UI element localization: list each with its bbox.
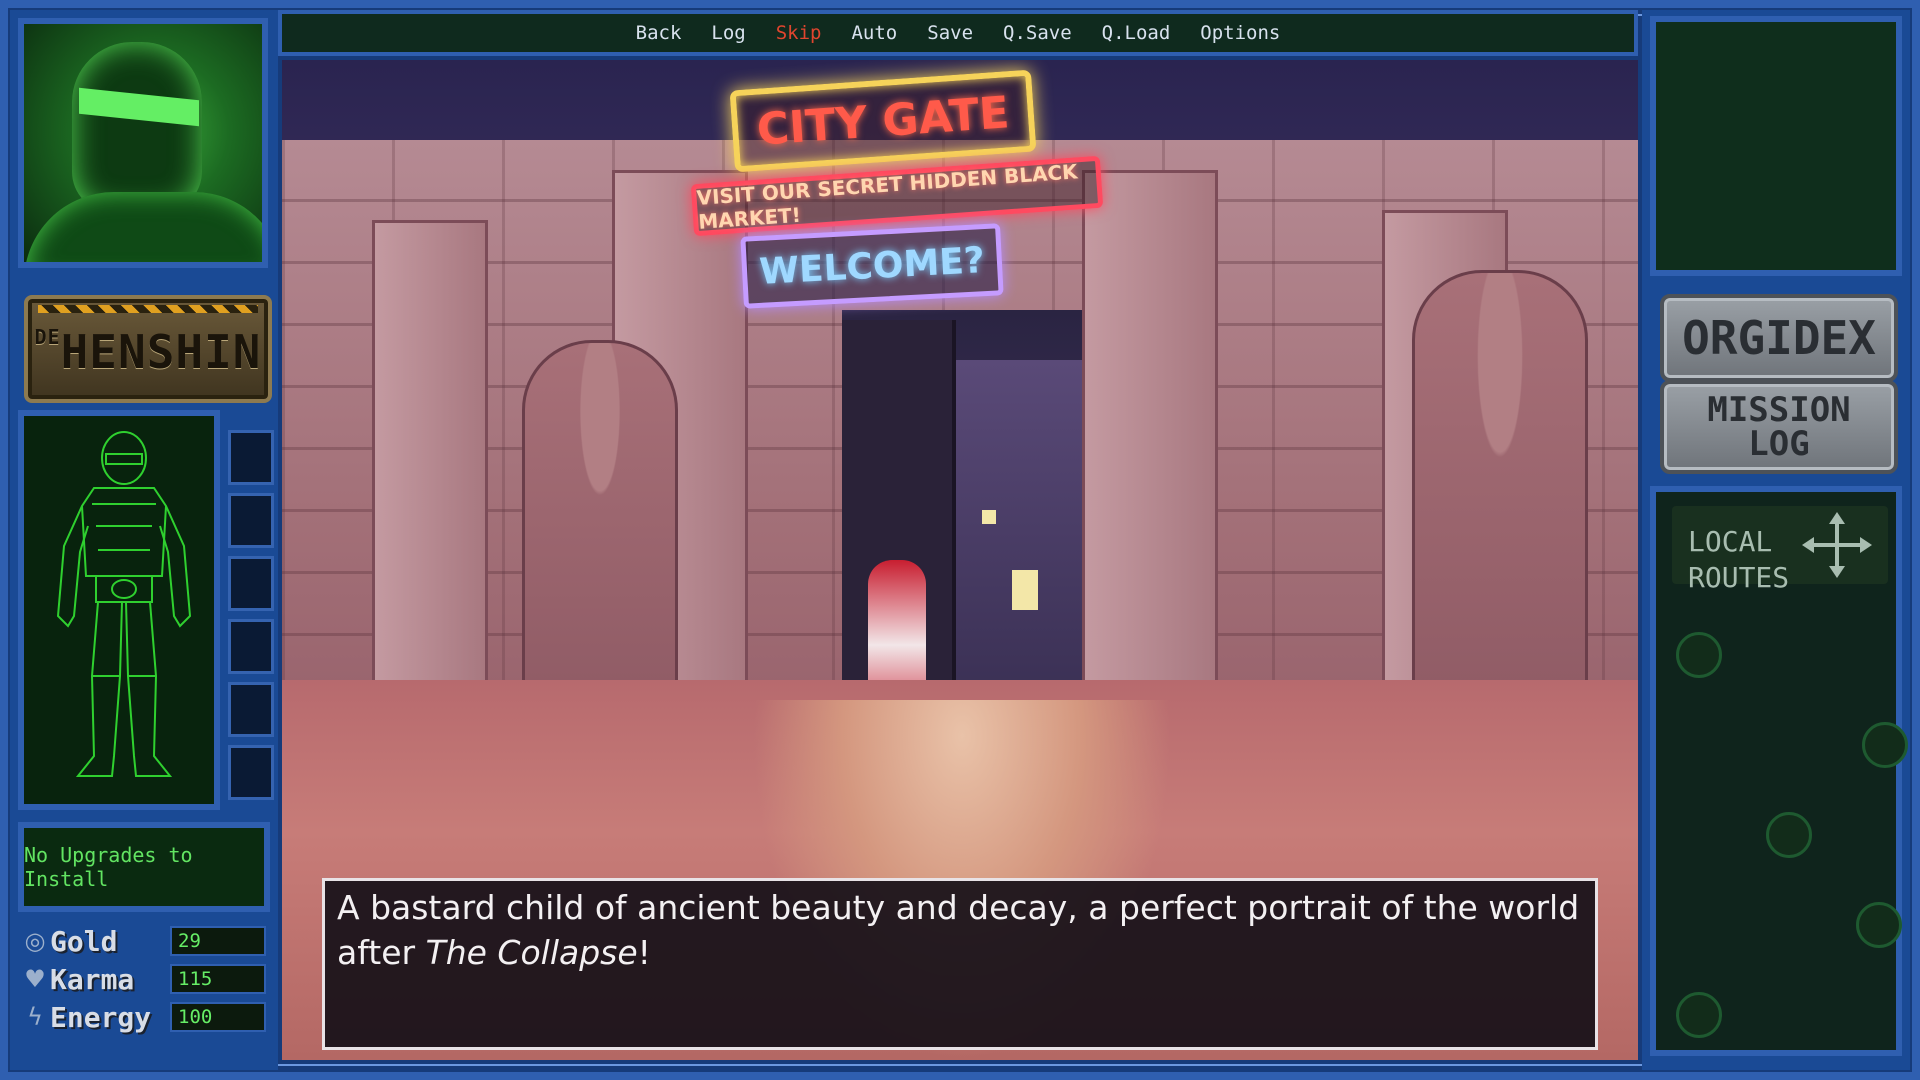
upgrade-slot[interactable] <box>228 430 274 485</box>
stat-value: 100 <box>170 1002 266 1032</box>
move-arrows-icon <box>1802 512 1872 578</box>
route-node[interactable] <box>1676 632 1722 678</box>
lightning-icon: ϟ <box>27 1003 43 1031</box>
dialogue-text-end: ! <box>637 933 651 972</box>
stat-gold: ◎ Gold 29 <box>20 922 276 960</box>
heart-icon: ♥ <box>24 965 46 993</box>
upgrade-slots <box>228 430 274 800</box>
lit-window <box>982 510 996 524</box>
stat-value: 29 <box>170 926 266 956</box>
right-panel: ORGIDEX MISSION LOG LOCAL ROUTES <box>1642 10 1910 1070</box>
menu-skip-button[interactable]: Skip <box>776 22 822 44</box>
guardian-statue-right <box>1412 270 1588 736</box>
stat-label: Karma <box>50 962 135 996</box>
logo-text: DEHENSHIN <box>28 325 268 379</box>
shoulders-shape <box>24 192 262 262</box>
left-panel: DEHENSHIN No Upgrades to Install ◎ Gold … <box>10 10 278 1070</box>
stat-label: Energy <box>50 1000 152 1034</box>
local-routes-button[interactable]: LOCAL ROUTES <box>1672 506 1888 594</box>
character-portrait <box>18 18 268 268</box>
upgrade-slot[interactable] <box>228 493 274 548</box>
quick-menu: Back Log Skip Auto Save Q.Save Q.Load Op… <box>278 10 1638 56</box>
menu-quick-load-button[interactable]: Q.Load <box>1102 22 1171 44</box>
wall-pillar <box>372 220 488 706</box>
upgrades-status: No Upgrades to Install <box>18 822 270 912</box>
guardian-statue-left <box>522 340 678 726</box>
stat-value: 115 <box>170 964 266 994</box>
dialogue-emphasis: The Collapse <box>425 933 638 972</box>
local-routes-label: LOCAL ROUTES <box>1688 525 1790 594</box>
right-monitor-screen <box>1650 16 1902 276</box>
dialogue-box[interactable]: A bastard child of ancient beauty and de… <box>322 878 1598 1050</box>
armor-wireframe-icon <box>56 431 192 777</box>
stat-karma: ♥ Karma 115 <box>20 960 276 998</box>
welcome-sign: WELCOME? <box>740 223 1004 309</box>
route-map: LOCAL ROUTES <box>1650 486 1908 1056</box>
menu-options-button[interactable]: Options <box>1200 22 1280 44</box>
route-node[interactable] <box>1766 812 1812 858</box>
route-node[interactable] <box>1862 722 1908 768</box>
lit-window <box>1012 570 1038 610</box>
gate-pillar-right <box>1082 170 1218 736</box>
mission-log-button[interactable]: MISSION LOG <box>1660 380 1898 474</box>
body-scan-display <box>18 410 220 810</box>
logo-prefix: DE <box>34 325 61 349</box>
logo-main: HENSHIN <box>60 325 262 379</box>
menu-auto-button[interactable]: Auto <box>851 22 897 44</box>
menu-back-button[interactable]: Back <box>636 22 682 44</box>
menu-save-button[interactable]: Save <box>927 22 973 44</box>
route-node[interactable] <box>1856 902 1902 948</box>
menu-log-button[interactable]: Log <box>711 22 745 44</box>
upgrade-slot[interactable] <box>228 619 274 674</box>
stats-panel: ◎ Gold 29 ♥ Karma 115 ϟ Energy 100 <box>20 922 276 1036</box>
upgrade-slot[interactable] <box>228 745 274 800</box>
helmet-shape <box>72 42 202 212</box>
menu-quick-save-button[interactable]: Q.Save <box>1003 22 1072 44</box>
route-node[interactable] <box>1676 992 1722 1038</box>
hazard-stripe <box>38 305 258 313</box>
stat-energy: ϟ Energy 100 <box>20 998 276 1036</box>
upgrade-slot[interactable] <box>228 556 274 611</box>
stat-label: Gold <box>50 924 118 958</box>
upgrade-slot[interactable] <box>228 682 274 737</box>
henshin-logo[interactable]: DEHENSHIN <box>24 295 272 403</box>
gold-coin-icon: ◎ <box>24 927 46 955</box>
orgidex-button[interactable]: ORGIDEX <box>1660 294 1898 382</box>
